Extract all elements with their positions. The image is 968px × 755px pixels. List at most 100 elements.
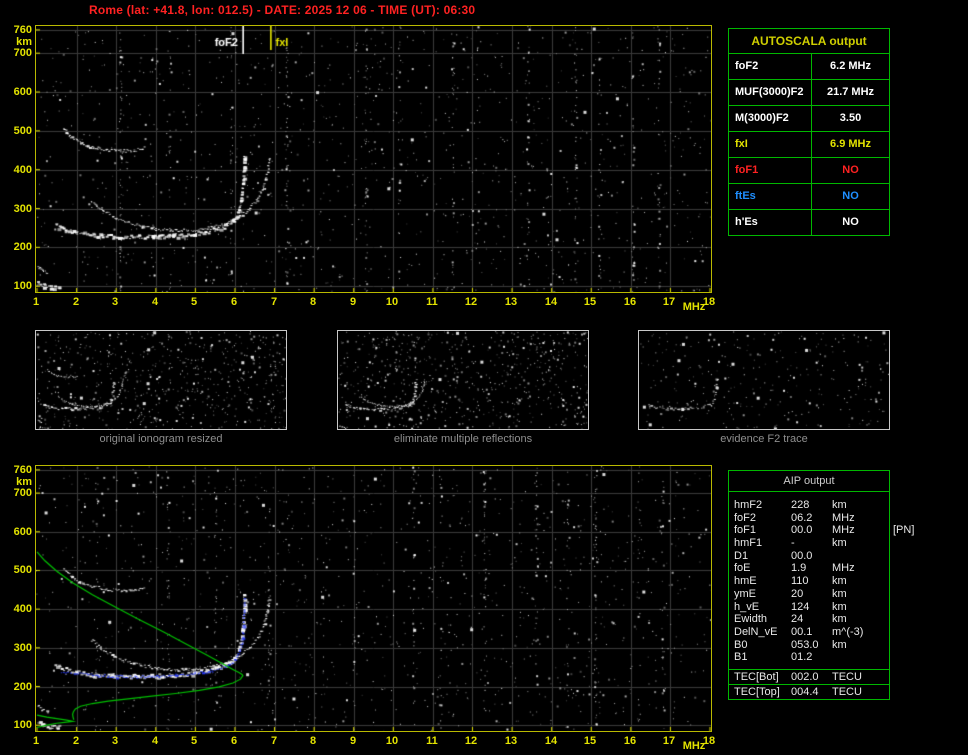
x-tick-label: 11 [426,735,438,747]
thumbnail-f2-trace-canvas [639,331,889,429]
x-tick-label: 6 [230,296,238,308]
y-tick-label: 600 [13,526,32,538]
aip-row-fof2: foF2 06.2 MHz [729,512,889,525]
aip-row-tecbot: TEC[Bot] 002.0 TECU [729,670,889,685]
parameter-value: NO [842,190,859,202]
aip-name: foF1 [734,524,757,537]
parameter-label: M(3000)F2 [729,106,812,131]
aip-val: 00.1 [791,625,813,638]
x-tick-label: 10 [385,735,399,747]
aip-unit: TECU [832,670,862,683]
aip-name: B1 [734,651,748,664]
aip-table-tec-rows: TEC[Bot] 002.0 TECU TEC[Top] 004.4 TECU [729,668,889,699]
aip-val: 004.4 [791,685,819,698]
thumbnail-original-canvas [36,331,286,429]
parameter-label: foF1 [729,158,812,183]
x-tick-label: 4 [151,296,159,308]
autoscala-output-table: AUTOSCALA output foF2 6.2 MHz MUF(3000)F2 2… [728,28,890,236]
aip-unit: TECU [832,685,862,698]
y-tick-label: 300 [13,642,32,654]
aip-row-hve: h_vE 124 km [729,601,889,614]
x-tick-label: 15 [583,735,597,747]
x-tick-label: 5 [190,296,198,308]
aip-name: foF2 [734,511,757,524]
aip-unit: km [832,600,847,613]
y-tick-label: 600 [13,86,32,98]
aip-ionogram-plot [35,465,712,732]
aip-val: 24 [791,613,804,626]
y-tick-label: 400 [13,603,32,615]
aip-name: TEC[Bot] [734,670,779,683]
x-tick-label: 8 [309,296,317,308]
x-tick-label: 12 [464,735,478,747]
thumbnail-multiples-removed-canvas [338,331,588,429]
y-axis-unit-label: km [16,36,32,48]
aip-val: 00.0 [791,524,813,537]
autoscala-row-fxi: fxI 6.9 MHz [729,132,889,158]
aip-row-b1: B1 01.2 [729,651,889,664]
autoscala-row-m3000f2: M(3000)F2 3.50 [729,106,889,132]
thumbnail-caption-multiples: eliminate multiple reflections [393,433,533,445]
y-tick-label: 200 [13,241,32,253]
y-tick-label: 300 [13,203,32,215]
aip-val: 002.0 [791,670,819,683]
thumbnail-multiples-removed [337,330,589,430]
aip-note: [PN] [893,524,915,537]
aip-unit: km [832,587,847,600]
aip-val: 01.2 [791,651,813,664]
aip-output-table: AIP output hmF2 228 km foF2 06.2 MHz foF1 00.0 M… [728,470,914,700]
y-axis-unit-label: km [16,476,32,488]
aip-val: 110 [791,575,809,588]
aip-unit: km [832,499,847,511]
aip-unit: m^(-3) [832,625,864,638]
x-tick-label: 10 [385,296,399,308]
x-axis-unit-label: MHz [682,740,706,752]
y-tick-label: 500 [13,564,32,576]
main-ionogram-canvas [36,26,711,292]
x-tick-label: 14 [544,735,558,747]
aip-row-tectop: TEC[Top] 004.4 TECU [729,685,889,699]
x-tick-label: 3 [111,296,119,308]
autoscala-row-fof1: foF1 NO [729,158,889,184]
aip-name: hmF1 [734,537,763,550]
parameter-value: 3.50 [839,112,862,124]
aip-val: 124 [791,600,810,613]
y-tick-label: 100 [13,719,32,731]
x-tick-label: 5 [190,735,198,747]
x-tick-label: 7 [270,296,278,308]
aip-name: hmF2 [734,499,763,511]
autoscala-table-title: AUTOSCALA output [729,29,889,54]
x-tick-label: 7 [270,735,278,747]
x-tick-label: 1 [32,296,40,308]
x-tick-label: 2 [72,735,80,747]
aip-ionogram-canvas [36,466,711,731]
x-tick-label: 8 [309,735,317,747]
parameter-value: 21.7 MHz [826,86,875,98]
x-tick-label: 15 [583,296,597,308]
x-axis-unit-label: MHz [682,301,706,313]
x-tick-label: 2 [72,296,80,308]
autoscala-row-muf3000f2: MUF(3000)F2 21.7 MHz [729,80,889,106]
x-tick-label: 12 [464,296,478,308]
aip-unit: km [832,638,847,651]
aip-unit: MHz [832,562,855,575]
aip-val: 1.9 [791,562,807,575]
aip-row-b0: B0 053.0 km [729,639,889,652]
station-title: Rome (lat: +41.8, lon: 012.5) - DATE: 20… [89,3,476,17]
aip-val: 053.0 [791,638,819,651]
aip-val: 228 [791,499,810,511]
aip-row-fof1: foF1 00.0 MHz [PN] [729,524,914,537]
aip-unit: MHz [832,511,855,524]
x-tick-label: 16 [623,735,637,747]
aip-row-ewidth: Ewidth 24 km [729,613,889,626]
parameter-value: 6.9 MHz [830,138,871,150]
x-tick-label: 11 [426,296,438,308]
aip-unit: MHz [832,524,855,537]
x-tick-label: 4 [151,735,159,747]
autoscala-row-fof2: foF2 6.2 MHz [729,54,889,80]
y-tick-label: 700 [13,47,32,59]
parameter-value: NO [842,216,859,228]
parameter-label: fxI [729,132,812,157]
aip-val: - [791,537,795,550]
aip-name: D1 [734,549,749,562]
